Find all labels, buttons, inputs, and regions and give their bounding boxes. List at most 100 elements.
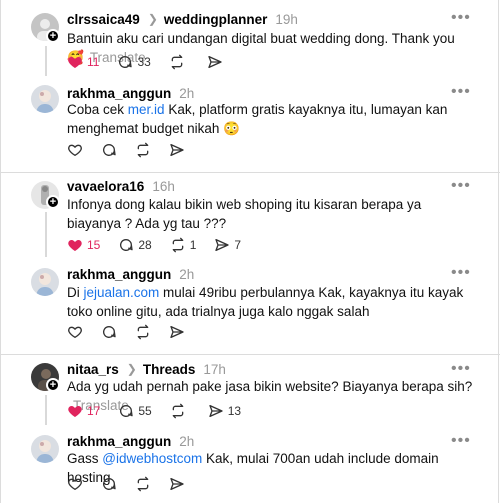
more-icon[interactable]: •••: [451, 433, 473, 450]
more-icon[interactable]: •••: [451, 361, 473, 378]
username[interactable]: vavaelora16: [67, 179, 144, 194]
more-icon[interactable]: •••: [451, 178, 473, 195]
share-button[interactable]: 7: [214, 237, 241, 253]
thread-line: [45, 395, 47, 425]
more-icon[interactable]: •••: [451, 265, 473, 282]
repost-icon: [171, 54, 183, 70]
comment-icon: [103, 478, 116, 490]
post-text: Infonya dong kalau bikin web shoping itu…: [67, 197, 422, 231]
heart-icon: [68, 144, 82, 156]
repost-button[interactable]: [135, 476, 151, 492]
reply-button[interactable]: 33: [117, 54, 151, 70]
more-icon[interactable]: •••: [451, 10, 473, 27]
post-header: nitaa_rs ❯ Threads 17h: [67, 361, 226, 377]
action-bar: 17 55 13: [67, 402, 259, 420]
context-label[interactable]: weddingplanner: [164, 12, 268, 27]
share-icon: [170, 478, 184, 490]
share-icon: [170, 144, 184, 156]
heart-icon: [68, 326, 82, 338]
thread-divider: [1, 172, 500, 173]
reply-button[interactable]: [101, 476, 117, 492]
share-button[interactable]: [169, 476, 185, 492]
repost-icon: [137, 324, 149, 340]
timestamp: 17h: [203, 361, 226, 377]
thread-line: [45, 46, 47, 76]
feed: + clrssaica49 ❯ weddingplanner 19h ••• B…: [0, 0, 500, 503]
post-header: vavaelora16 16h: [67, 178, 175, 194]
avatar[interactable]: [31, 85, 59, 113]
mention-link[interactable]: @idwebhostcom: [102, 451, 202, 466]
follow-plus-icon[interactable]: +: [46, 29, 60, 43]
username[interactable]: rakhma_anggun: [67, 86, 171, 101]
reply-button[interactable]: [101, 142, 117, 158]
action-bar: [67, 323, 203, 341]
mention-link[interactable]: jejualan.com: [84, 285, 160, 300]
like-button[interactable]: [67, 476, 83, 492]
post-header: clrssaica49 ❯ weddingplanner 19h: [67, 11, 298, 27]
comment-icon: [103, 144, 116, 156]
like-button[interactable]: 11: [67, 54, 99, 70]
reply-header: rakhma_anggun 2h: [67, 85, 194, 101]
share-icon: [209, 405, 223, 417]
share-icon: [215, 239, 230, 251]
thread-line: [45, 212, 47, 257]
reply-text: Coba cek mer.id Kak, platform gratis kay…: [67, 102, 448, 136]
context-label[interactable]: Threads: [143, 362, 196, 377]
repost-button[interactable]: [135, 142, 151, 158]
timestamp: 16h: [152, 178, 175, 194]
more-icon[interactable]: •••: [451, 84, 473, 101]
chevron-right-icon: ❯: [147, 12, 158, 26]
share-button[interactable]: [207, 54, 227, 70]
action-bar: [67, 141, 203, 159]
timestamp: 2h: [179, 266, 195, 282]
action-bar: 11 33: [67, 53, 245, 71]
repost-button[interactable]: [170, 403, 190, 419]
share-button[interactable]: 13: [208, 403, 241, 419]
chevron-right-icon: ❯: [126, 362, 137, 376]
timestamp: 19h: [275, 11, 298, 27]
avatar[interactable]: [31, 268, 59, 296]
action-bar: 15 28 1 7: [67, 236, 259, 254]
like-button[interactable]: [67, 142, 83, 158]
repost-icon: [137, 476, 149, 492]
reply-text: Di jejualan.com mulai 49ribu perbulannya…: [67, 285, 464, 319]
share-button[interactable]: [169, 324, 185, 340]
username[interactable]: rakhma_anggun: [67, 267, 171, 282]
thread-divider: [1, 354, 500, 355]
comment-icon: [120, 239, 134, 251]
comment-icon: [120, 405, 134, 417]
share-icon: [170, 326, 184, 338]
repost-icon: [137, 142, 149, 158]
repost-icon: [172, 237, 184, 253]
timestamp: 2h: [179, 433, 195, 449]
action-bar: [67, 475, 203, 493]
heart-icon: [68, 478, 82, 490]
reply-header: rakhma_anggun 2h: [67, 433, 194, 449]
heart-icon: [68, 240, 82, 251]
share-icon: [208, 56, 222, 68]
mention-link[interactable]: mer.id: [128, 102, 165, 117]
heart-icon: [68, 57, 82, 68]
avatar[interactable]: [31, 435, 59, 463]
reply-button[interactable]: 55: [118, 403, 152, 419]
like-button[interactable]: 17: [67, 403, 100, 419]
follow-plus-icon[interactable]: +: [46, 378, 60, 392]
reply-button[interactable]: [101, 324, 117, 340]
username[interactable]: rakhma_anggun: [67, 434, 171, 449]
username[interactable]: clrssaica49: [67, 12, 140, 27]
timestamp: 2h: [179, 85, 195, 101]
share-button[interactable]: [169, 142, 185, 158]
comment-icon: [103, 326, 116, 338]
repost-icon: [172, 403, 184, 419]
repost-button[interactable]: [169, 54, 189, 70]
repost-button[interactable]: 1: [170, 237, 196, 253]
repost-button[interactable]: [135, 324, 151, 340]
reply-button[interactable]: 28: [118, 237, 152, 253]
heart-icon: [68, 406, 82, 417]
reply-header: rakhma_anggun 2h: [67, 266, 194, 282]
like-button[interactable]: [67, 324, 83, 340]
username[interactable]: nitaa_rs: [67, 362, 119, 377]
comment-icon: [119, 56, 133, 68]
follow-plus-icon[interactable]: +: [46, 195, 60, 209]
like-button[interactable]: 15: [67, 237, 100, 253]
